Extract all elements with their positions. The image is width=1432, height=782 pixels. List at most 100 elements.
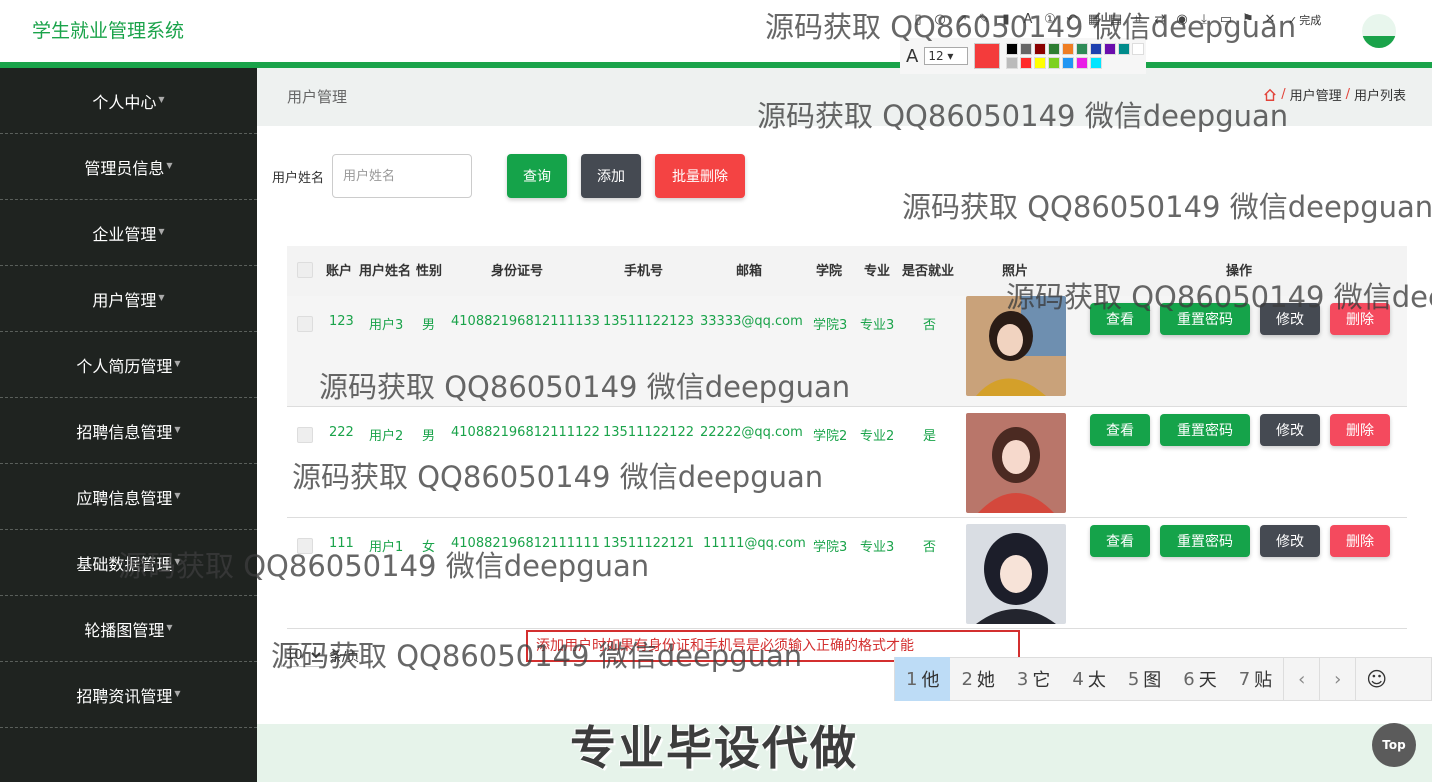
sidebar-item-company[interactable]: 企业管理 ▼ (0, 200, 257, 266)
ime-candidate[interactable]: 2她 (950, 657, 1005, 701)
username-search-input[interactable] (332, 154, 472, 198)
edit-button[interactable]: 修改 (1260, 414, 1320, 446)
color-swatch[interactable] (1006, 57, 1019, 69)
row-checkbox[interactable] (297, 316, 313, 332)
ime-candidate[interactable]: 7贴 (1228, 657, 1283, 701)
translate-icon[interactable]: ⇄ (1152, 12, 1168, 28)
cell-email: 22222@qq.com (700, 425, 803, 440)
ocr-icon[interactable]: ▤ (1108, 12, 1124, 28)
ime-candidate[interactable]: 6天 (1172, 657, 1227, 701)
caret-down-icon: ▼ (174, 491, 181, 500)
pen-tool-icon[interactable]: ✎ (976, 12, 992, 28)
pin-icon[interactable]: ◉ (1174, 12, 1190, 28)
breadcrumb-level1[interactable]: 用户管理 (1290, 85, 1342, 104)
sidebar-item-resume[interactable]: 个人简历管理 ▼ (0, 332, 257, 398)
rectangle-tool-icon[interactable]: ▯ (910, 12, 926, 28)
color-swatch[interactable] (1034, 57, 1047, 69)
ellipse-tool-icon[interactable]: ○ (932, 12, 948, 28)
cell-employed: 否 (923, 540, 937, 555)
home-icon[interactable] (1263, 88, 1277, 102)
query-button[interactable]: 查询 (507, 154, 567, 198)
delete-button[interactable]: 删除 (1330, 414, 1390, 446)
sidebar-item-admin-info[interactable]: 管理员信息 ▼ (0, 134, 257, 200)
page-size-select[interactable]: 10 (281, 643, 325, 667)
cell-major: 专业2 (860, 429, 895, 444)
ime-candidate[interactable]: 4太 (1061, 657, 1116, 701)
ime-candidate[interactable]: 1他 (895, 657, 951, 701)
emoji-icon[interactable]: ☺ (1355, 657, 1397, 701)
candidate-word: 他 (921, 670, 940, 691)
add-button[interactable]: 添加 (581, 154, 641, 198)
edit-button[interactable]: 修改 (1260, 525, 1320, 557)
number-tool-icon[interactable]: ① (1042, 12, 1058, 28)
back-to-top-button[interactable]: Top (1372, 723, 1416, 767)
view-button[interactable]: 查看 (1090, 303, 1150, 335)
color-swatch[interactable] (1048, 43, 1061, 55)
edit-button[interactable]: 修改 (1260, 303, 1320, 335)
color-swatch[interactable] (1090, 43, 1103, 55)
current-color-swatch[interactable] (974, 43, 1001, 69)
mosaic-tool-icon[interactable]: ▦ (1086, 12, 1102, 28)
color-swatch[interactable] (1104, 43, 1117, 55)
column-header: 照片 (1002, 264, 1029, 279)
color-swatch[interactable] (1132, 43, 1145, 55)
delete-button[interactable]: 删除 (1330, 303, 1390, 335)
color-swatch[interactable] (1062, 57, 1075, 69)
sidebar-item-label: 用户管理 (92, 290, 157, 310)
color-swatch[interactable] (1076, 57, 1089, 69)
color-swatch[interactable] (1034, 43, 1047, 55)
select-all-checkbox[interactable] (297, 262, 313, 278)
sidebar-item-application[interactable]: 应聘信息管理 ▼ (0, 464, 257, 530)
sidebar-item-basic-data[interactable]: 基础数据管理 ▼ (0, 530, 257, 596)
download-icon[interactable]: ⤓ (1196, 12, 1212, 28)
sidebar-item-users[interactable]: 用户管理 ▼ (0, 266, 257, 332)
cell-account: 222 (329, 425, 354, 440)
color-swatch[interactable] (1076, 43, 1089, 55)
cell-id-card: 410882196812111133 (451, 314, 600, 329)
color-swatch[interactable] (1118, 43, 1131, 55)
reset-password-button[interactable]: 重置密码 (1160, 525, 1250, 557)
color-swatch[interactable] (1062, 43, 1075, 55)
done-button[interactable]: ✓ 完成 (1288, 12, 1321, 28)
table-row: 222 用户2 男 410882196812111122 13511122122… (287, 407, 1407, 518)
delete-button[interactable]: 删除 (1330, 525, 1390, 557)
color-swatch[interactable] (1090, 57, 1103, 69)
sidebar-item-recruitment[interactable]: 招聘信息管理 ▼ (0, 398, 257, 464)
ime-candidate[interactable]: 3它 (1006, 657, 1061, 701)
sidebar-item-carousel[interactable]: 轮播图管理 ▼ (0, 596, 257, 662)
cell-id-card: 410882196812111122 (451, 425, 600, 440)
undo-icon[interactable]: ↶ (1064, 12, 1080, 28)
ime-candidate[interactable]: 5图 (1117, 657, 1172, 701)
view-button[interactable]: 查看 (1090, 414, 1150, 446)
crop-icon[interactable]: ⌗ (1130, 12, 1146, 28)
breadcrumb-level2: 用户列表 (1353, 89, 1406, 104)
sidebar-item-personal-center[interactable]: 个人中心 ▼ (0, 68, 257, 134)
reset-password-button[interactable]: 重置密码 (1160, 303, 1250, 335)
view-button[interactable]: 查看 (1090, 525, 1150, 557)
column-header: 用户姓名 (359, 264, 412, 279)
color-swatch[interactable] (1020, 43, 1033, 55)
bookmark-icon[interactable]: ⚑ (1240, 12, 1256, 28)
save-icon[interactable]: ▭ (1218, 12, 1234, 28)
text-tool-icon[interactable]: A (1020, 12, 1036, 28)
ime-prev-icon[interactable]: ‹ (1283, 657, 1319, 701)
color-swatch[interactable] (1020, 57, 1033, 69)
column-header: 是否就业 (902, 264, 955, 279)
sidebar-item-news[interactable]: 招聘资讯管理 ▼ (0, 662, 257, 728)
reset-password-button[interactable]: 重置密码 (1160, 414, 1250, 446)
arrow-tool-icon[interactable]: ↗ (954, 12, 970, 28)
ime-next-icon[interactable]: › (1319, 657, 1355, 701)
annotation-style-panel: A 12 ▾ (900, 38, 1146, 74)
sidebar-item-label: 企业管理 (92, 224, 157, 244)
batch-delete-button[interactable]: 批量删除 (655, 154, 745, 198)
close-icon[interactable]: ✕ (1262, 12, 1278, 28)
marker-tool-icon[interactable]: ▮ (998, 12, 1014, 28)
color-swatch[interactable] (1006, 43, 1019, 55)
font-size-select[interactable]: 12 ▾ (924, 47, 969, 65)
color-swatch[interactable] (1048, 57, 1061, 69)
cell-gender: 女 (422, 540, 436, 555)
row-checkbox[interactable] (297, 427, 313, 443)
sidebar-item-label: 基础数据管理 (76, 554, 173, 574)
caret-down-icon: ▼ (158, 227, 165, 236)
row-checkbox[interactable] (297, 538, 313, 554)
